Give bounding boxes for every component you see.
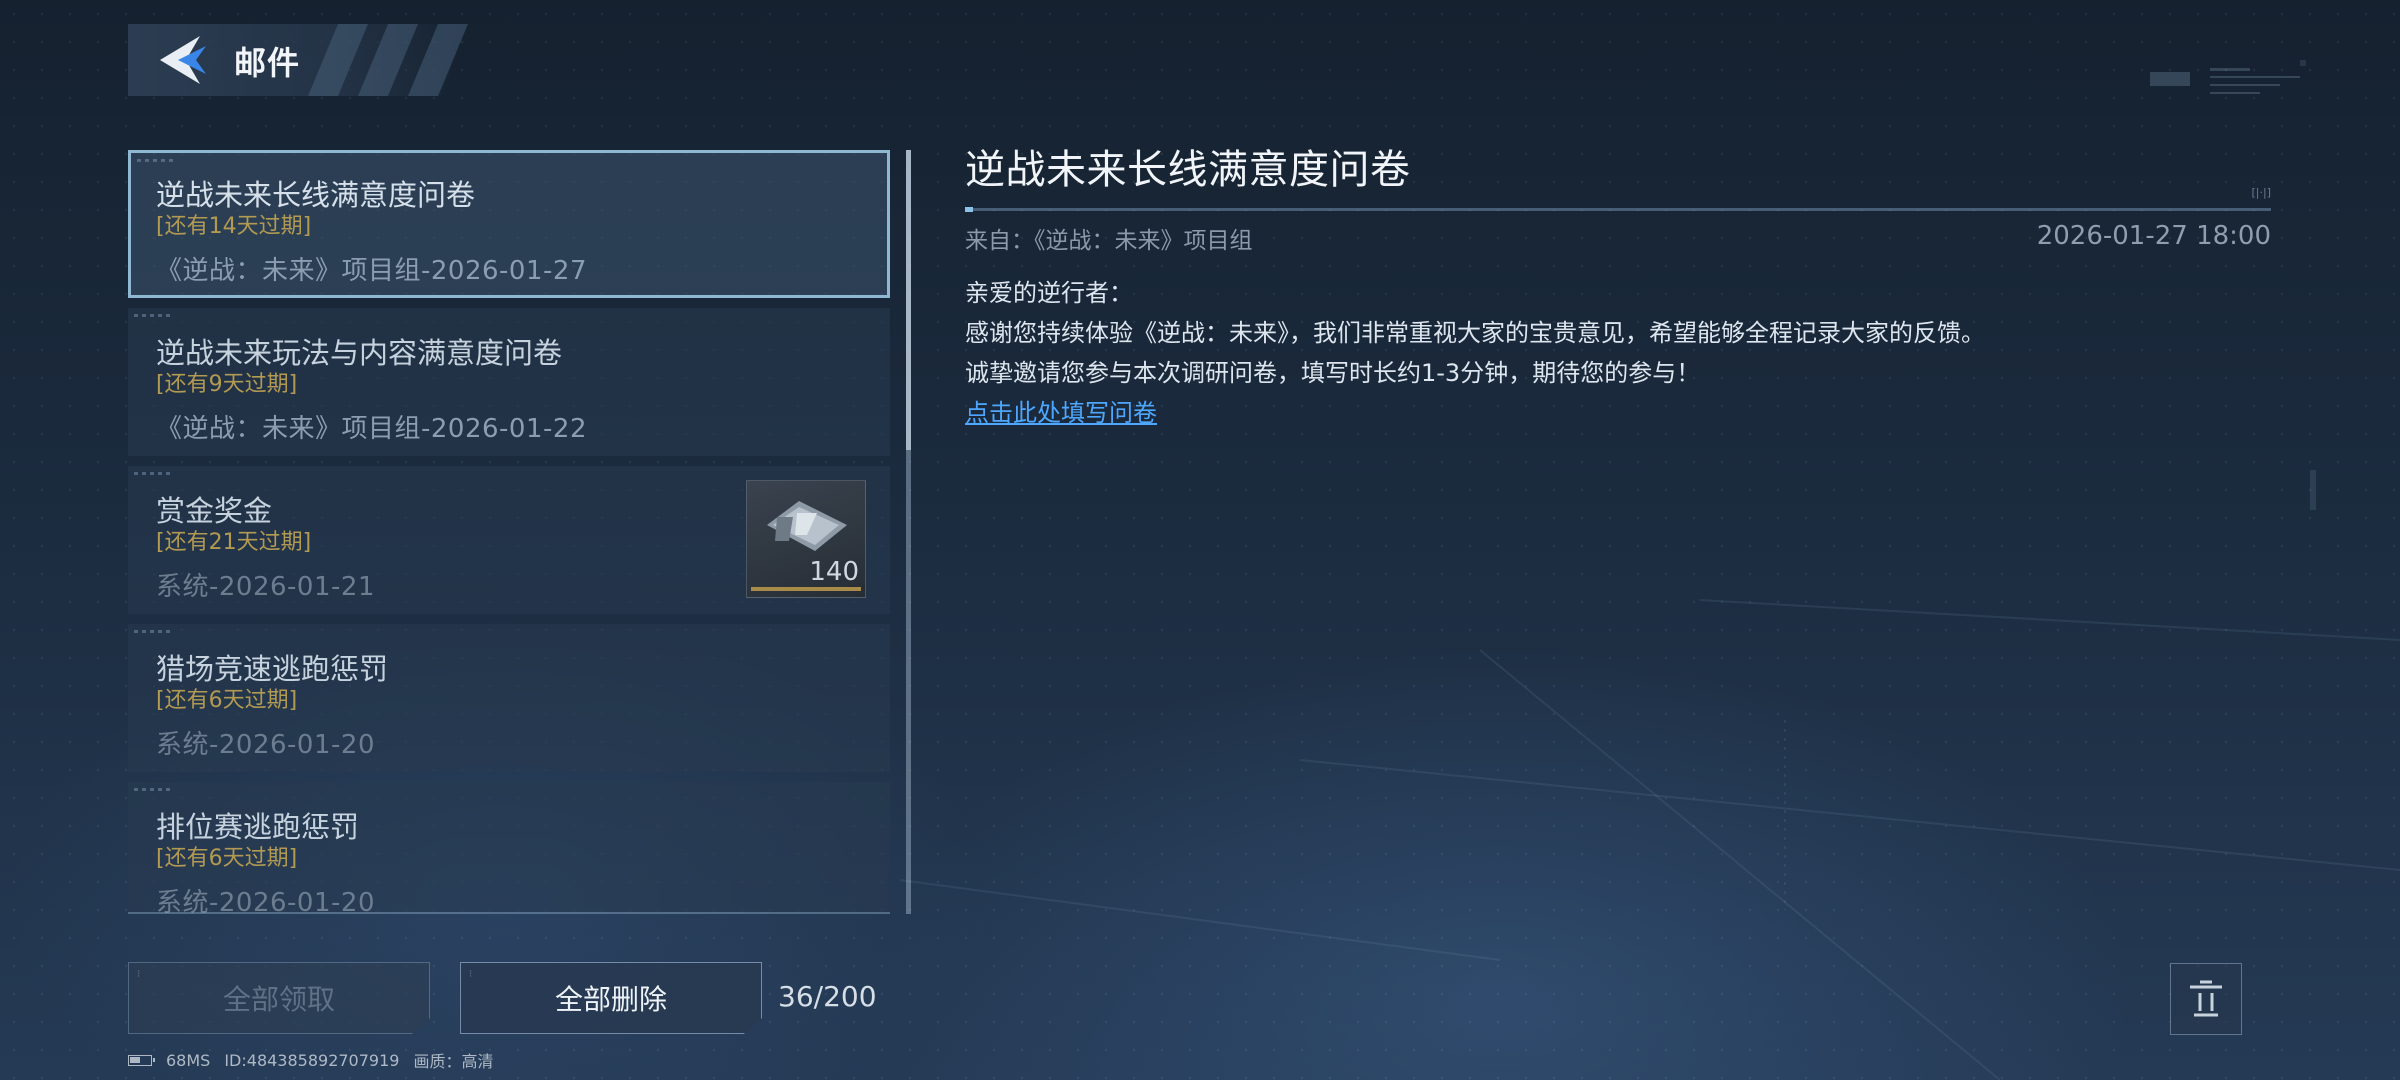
list-bottom-rule [128, 912, 890, 914]
back-button[interactable] [156, 34, 210, 86]
rule-tag-decor: [|·|] [2251, 186, 2272, 199]
mail-sender-date: 《逆战：未来》项目组-2026-01-27 [156, 256, 587, 286]
mail-expiry: [还有21天过期] [156, 530, 312, 555]
item-tick-decor [134, 314, 174, 317]
reward-item-slot[interactable]: 140 [746, 480, 866, 598]
trash-icon [2190, 980, 2222, 1017]
page-title: 邮件 [234, 44, 301, 82]
mail-count: 36/200 [778, 980, 877, 1013]
detail-datetime: 2026-01-27 18:00 [2036, 221, 2271, 251]
claim-all-button[interactable]: ⁝ 全部领取 [128, 962, 430, 1034]
header-stripes [308, 24, 468, 96]
player-id: ID:484385892707919 [224, 1050, 400, 1070]
mail-item-1[interactable]: 逆战未来长线满意度问卷 [还有14天过期] 《逆战：未来》项目组-2026-01… [128, 150, 890, 298]
item-tick-decor [137, 159, 177, 162]
graphics-quality: 画质：高清 [413, 1052, 494, 1071]
detail-meta: 来自：《逆战：未来》项目组 2026-01-27 18:00 [965, 221, 2271, 255]
mail-expiry: [还有6天过期] [156, 846, 298, 871]
reward-quantity: 140 [809, 557, 859, 587]
button-corner-decor: ⁝ [137, 969, 141, 980]
delete-all-button[interactable]: ⁝ 全部删除 [460, 962, 762, 1034]
mail-item-2[interactable]: 逆战未来玩法与内容满意度问卷 [还有9天过期] 《逆战：未来》项目组-2026-… [128, 308, 890, 456]
battery-icon [128, 1054, 155, 1066]
mail-expiry: [还有14天过期] [156, 214, 312, 239]
status-bar: 68MS ID:484385892707919 画质：高清 [128, 1048, 493, 1072]
detail-title-rule: [|·|] [965, 186, 2271, 212]
hud-decoration [2150, 62, 2300, 112]
back-arrow-icon [160, 36, 206, 84]
survey-link[interactable]: 点击此处填写问卷 [965, 399, 1157, 427]
reward-rarity-bar [751, 587, 861, 591]
delete-mail-button[interactable] [2170, 963, 2242, 1035]
detail-sender: 来自：《逆战：未来》项目组 [965, 228, 1253, 254]
mail-sender-date: 《逆战：未来》项目组-2026-01-22 [156, 414, 587, 444]
button-corner-decor: ⁝ [469, 969, 473, 980]
detail-body: 亲爱的逆行者： 感谢您持续体验《逆战：未来》，我们非常重视大家的宝贵意见，希望能… [965, 273, 2271, 433]
ping-value: 68MS [166, 1050, 211, 1070]
mail-detail: 逆战未来长线满意度问卷 [|·|] 来自：《逆战：未来》项目组 2026-01-… [965, 140, 2271, 433]
mail-sender-date: 系统-2026-01-20 [156, 730, 375, 760]
delete-all-label: 全部删除 [554, 983, 667, 1016]
item-tick-decor [134, 788, 174, 791]
claim-all-label: 全部领取 [222, 983, 335, 1016]
detail-title: 逆战未来长线满意度问卷 [965, 147, 1411, 193]
item-tick-decor [134, 630, 174, 633]
mail-list[interactable]: 逆战未来长线满意度问卷 [还有14天过期] 《逆战：未来》项目组-2026-01… [128, 150, 890, 913]
list-scroll-thumb[interactable] [906, 150, 911, 450]
item-tick-decor [134, 472, 174, 475]
page-header: 邮件 [128, 24, 488, 96]
detail-greeting: 亲爱的逆行者： [965, 279, 1133, 307]
detail-line-1: 感谢您持续体验《逆战：未来》，我们非常重视大家的宝贵意见，希望能够全程记录大家的… [965, 319, 1985, 347]
mail-expiry: [还有9天过期] [156, 372, 298, 397]
mail-sender-date: 系统-2026-01-20 [156, 888, 375, 913]
mail-expiry: [还有6天过期] [156, 688, 298, 713]
mail-item-4[interactable]: 猎场竞速逃跑惩罚 [还有6天过期] 系统-2026-01-20 [128, 624, 890, 772]
mail-item-3[interactable]: 赏金奖金 [还有21天过期] 系统-2026-01-21 140 [128, 466, 890, 614]
mail-item-5[interactable]: 排位赛逃跑惩罚 [还有6天过期] 系统-2026-01-20 [128, 782, 890, 913]
detail-line-2: 诚挚邀请您参与本次调研问卷，填写时长约1-3分钟，期待您的参与！ [965, 359, 1701, 387]
list-scrollbar[interactable] [906, 150, 911, 914]
mail-sender-date: 系统-2026-01-21 [156, 572, 375, 602]
